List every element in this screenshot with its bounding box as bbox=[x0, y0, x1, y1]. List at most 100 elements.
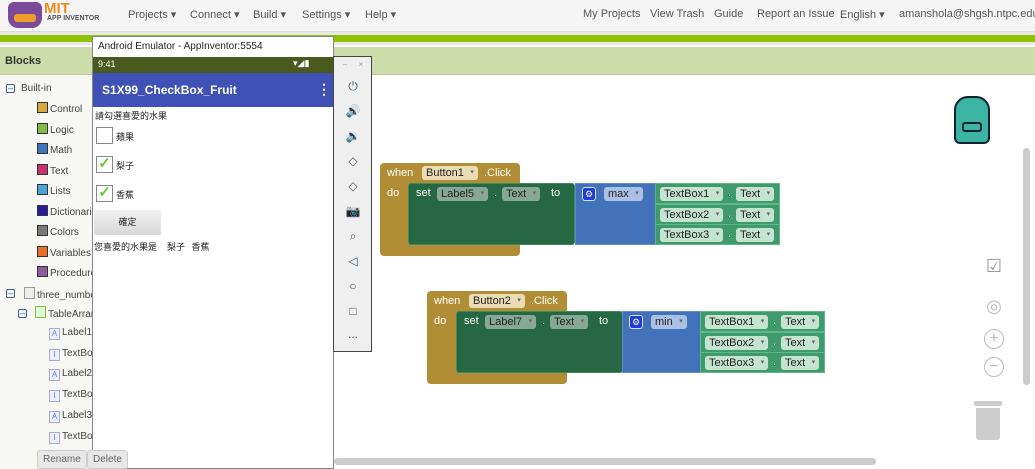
cleanup-icon[interactable]: ☑ bbox=[984, 256, 1004, 277]
blocks-tree-panel: – Built-in Control Logic Math Text Lists Dict… bbox=[0, 76, 135, 469]
overflow-menu-icon[interactable]: ⋮ bbox=[317, 81, 331, 98]
trash-icon[interactable] bbox=[974, 401, 1002, 440]
link-guide[interactable]: Guide bbox=[714, 8, 743, 20]
zoom-icon[interactable]: ⌕ bbox=[344, 229, 362, 244]
status-bar: 9:41 ▾◢▮ bbox=[93, 57, 333, 73]
checkbox-pear[interactable]: ✓ bbox=[96, 156, 113, 173]
component-dropdown[interactable]: TextBox1 bbox=[660, 187, 724, 201]
component-dropdown[interactable]: TextBox3 bbox=[705, 356, 769, 370]
tree-builtin[interactable]: Built-in bbox=[21, 83, 52, 94]
home-icon[interactable]: ○ bbox=[344, 279, 362, 293]
component-dropdown[interactable]: TextBox3 bbox=[660, 228, 724, 242]
tree-component[interactable]: A Label2 bbox=[49, 368, 92, 382]
checkbox-label[interactable]: 香蕉 bbox=[116, 188, 134, 201]
confirm-button[interactable]: 確定 bbox=[94, 210, 161, 235]
blocks-workspace[interactable]: when Button1 .Click do set Label5 . Text… bbox=[334, 76, 1035, 469]
max-block[interactable]: ⚙ max bbox=[575, 183, 656, 245]
textbox-text-getter[interactable]: TextBox1. Text bbox=[700, 311, 825, 332]
tree-category-math[interactable]: Math bbox=[37, 143, 72, 156]
label-dropdown[interactable]: Label5 bbox=[437, 187, 489, 201]
component-dropdown[interactable]: Button1 bbox=[422, 166, 478, 180]
rotate-right-icon[interactable]: ◇ bbox=[344, 179, 362, 193]
textbox-text-getter[interactable]: TextBox3. Text bbox=[700, 352, 825, 373]
tree-category-text[interactable]: Text bbox=[37, 163, 68, 177]
min-block[interactable]: ⚙ min bbox=[622, 311, 701, 373]
gear-icon[interactable]: ⚙ bbox=[582, 187, 596, 201]
power-icon[interactable]: ⏻ bbox=[344, 79, 362, 94]
overview-icon[interactable]: □ bbox=[344, 304, 362, 318]
minimize-button[interactable]: – bbox=[340, 60, 350, 69]
checkbox-label[interactable]: 梨子 bbox=[116, 159, 134, 172]
delete-button[interactable]: Delete bbox=[87, 450, 128, 469]
language-select[interactable]: English ▾ bbox=[840, 8, 885, 21]
backpack-icon[interactable] bbox=[954, 96, 990, 144]
tree-category-logic[interactable]: Logic bbox=[37, 122, 74, 136]
property-dropdown[interactable]: Text bbox=[502, 187, 541, 201]
link-report-issue[interactable]: Report an Issue bbox=[757, 8, 835, 20]
app-inventor-logo-icon[interactable] bbox=[8, 2, 42, 28]
dot: . bbox=[773, 335, 777, 348]
link-my-projects[interactable]: My Projects bbox=[583, 8, 640, 20]
recenter-icon[interactable]: ◎ bbox=[984, 296, 1004, 317]
link-view-trash[interactable]: View Trash bbox=[650, 8, 704, 20]
component-dropdown[interactable]: TextBox2 bbox=[705, 335, 769, 350]
math-function-dropdown[interactable]: max bbox=[604, 187, 643, 201]
math-function-dropdown[interactable]: min bbox=[651, 315, 687, 329]
volume-up-icon[interactable]: 🔊 bbox=[344, 104, 362, 118]
set-keyword: set bbox=[416, 187, 431, 199]
gear-icon[interactable]: ⚙ bbox=[629, 315, 643, 329]
camera-icon[interactable]: 📷 bbox=[344, 204, 362, 218]
category-swatch-icon bbox=[37, 225, 48, 236]
collapse-icon[interactable]: – bbox=[6, 84, 15, 93]
property-dropdown[interactable]: Text bbox=[781, 356, 820, 370]
collapse-icon[interactable]: – bbox=[6, 289, 15, 298]
user-menu[interactable]: amanshola@shgsh.ntpc.edu.tw bbox=[899, 8, 1035, 20]
volume-down-icon[interactable]: 🔉 bbox=[344, 129, 362, 143]
label-dropdown[interactable]: Label7 bbox=[485, 315, 537, 329]
menu-help[interactable]: Help ▾ bbox=[365, 8, 396, 21]
more-options-button[interactable]: ... bbox=[344, 327, 362, 341]
property-dropdown[interactable]: Text bbox=[736, 207, 775, 222]
textbox-text-getter[interactable]: TextBox1. Text bbox=[655, 183, 780, 204]
close-button[interactable]: × bbox=[356, 60, 366, 69]
tree-category-variables[interactable]: Variables bbox=[37, 245, 91, 259]
set-label7-text-block[interactable]: set Label7 . Text to bbox=[456, 311, 623, 373]
component-dropdown[interactable]: TextBox2 bbox=[660, 207, 724, 222]
property-dropdown[interactable]: Text bbox=[736, 228, 775, 242]
set-label5-text-block[interactable]: set Label5 . Text to bbox=[408, 183, 575, 245]
textbox-text-getter[interactable]: TextBox2. Text bbox=[700, 331, 825, 353]
rotate-left-icon[interactable]: ◇ bbox=[344, 154, 362, 168]
checkbox-apple[interactable] bbox=[96, 127, 113, 144]
checkbox-label[interactable]: 蘋果 bbox=[116, 130, 134, 143]
tree-category-control[interactable]: Control bbox=[37, 102, 82, 115]
menu-build[interactable]: Build ▾ bbox=[253, 8, 286, 21]
textbox-text-getter[interactable]: TextBox3. Text bbox=[655, 224, 780, 245]
component-dropdown[interactable]: TextBox1 bbox=[705, 315, 769, 329]
zoom-in-icon[interactable]: + bbox=[984, 329, 1004, 349]
property-dropdown[interactable]: Text bbox=[781, 315, 820, 329]
tree-component[interactable]: A Label1 bbox=[49, 327, 92, 340]
result-label: 您喜愛的水果是 bbox=[94, 242, 158, 252]
textbox-icon: I bbox=[49, 348, 60, 361]
component-dropdown[interactable]: Button2 bbox=[469, 294, 525, 308]
property-dropdown[interactable]: Text bbox=[781, 335, 820, 350]
dot: . bbox=[773, 356, 777, 368]
collapse-icon[interactable]: – bbox=[18, 309, 27, 318]
tree-category-colors[interactable]: Colors bbox=[37, 225, 79, 238]
label-icon: A bbox=[49, 328, 60, 340]
property-dropdown[interactable]: Text bbox=[736, 187, 775, 201]
checkbox-banana[interactable]: ✓ bbox=[96, 185, 113, 202]
menu-connect[interactable]: Connect ▾ bbox=[190, 8, 240, 21]
android-emulator-window: Android Emulator - AppInventor:5554 9:41… bbox=[92, 36, 334, 469]
back-icon[interactable]: ◁ bbox=[344, 254, 362, 268]
vertical-scrollbar[interactable] bbox=[1023, 148, 1030, 385]
zoom-out-icon[interactable]: − bbox=[984, 357, 1004, 377]
textbox-text-getter[interactable]: TextBox2. Text bbox=[655, 203, 780, 225]
property-dropdown[interactable]: Text bbox=[550, 315, 589, 329]
tree-category-lists[interactable]: Lists bbox=[37, 184, 71, 197]
tree-component[interactable]: A Label3 bbox=[49, 410, 92, 423]
rename-button[interactable]: Rename bbox=[37, 450, 87, 469]
horizontal-scrollbar[interactable] bbox=[334, 458, 876, 465]
menu-projects[interactable]: Projects ▾ bbox=[128, 8, 176, 21]
menu-settings[interactable]: Settings ▾ bbox=[302, 8, 350, 21]
